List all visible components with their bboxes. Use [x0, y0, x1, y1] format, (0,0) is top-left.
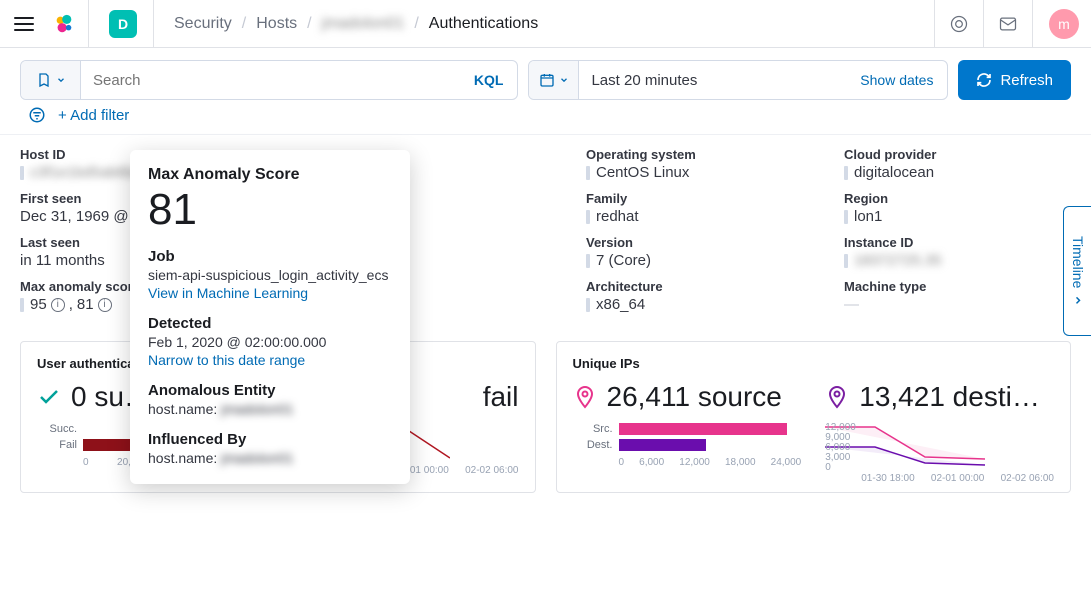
popover-detected-label: Detected	[148, 315, 392, 332]
chevron-left-icon	[1072, 294, 1084, 306]
instance-value: 18372725.35	[854, 252, 942, 269]
mail-icon[interactable]	[988, 4, 1028, 44]
filter-options-icon[interactable]	[28, 106, 46, 124]
divider	[88, 0, 89, 48]
view-in-ml-link[interactable]: View in Machine Learning	[148, 285, 392, 301]
filter-bar: + Add filter	[0, 100, 1091, 134]
avatar[interactable]: m	[1049, 9, 1079, 39]
family-label: Family	[586, 191, 836, 206]
check-icon	[37, 385, 61, 409]
breadcrumb-hosts[interactable]: Hosts	[256, 15, 297, 33]
popover-title: Max Anomaly Score	[148, 166, 392, 184]
pin-dest-icon	[825, 385, 849, 409]
machine-type-value: —	[844, 296, 1084, 313]
popover-influenced-value: jmadolon01	[221, 450, 293, 466]
version-value: 7 (Core)	[596, 252, 651, 269]
query-bar: KQL Last 20 minutes Show dates Refresh	[0, 48, 1091, 100]
breadcrumb-current: Authentications	[429, 15, 538, 33]
os-label: Operating system	[586, 147, 836, 162]
refresh-button[interactable]: Refresh	[958, 60, 1071, 100]
popover-score: 81	[148, 188, 392, 232]
unique-ips-panel: Unique IPs 26,411 source 13,421 desti… S…	[556, 341, 1072, 493]
calendar-button[interactable]	[529, 61, 579, 99]
date-picker: Last 20 minutes Show dates	[528, 60, 948, 100]
menu-button[interactable]	[12, 12, 36, 36]
timeline-flyout-tab[interactable]: Timeline	[1063, 206, 1091, 336]
cloud-label: Cloud provider	[844, 147, 1084, 162]
ips-bar-chart: Src. Dest. 06,00012,00018,00024,000	[573, 423, 802, 484]
region-value: lon1	[854, 208, 882, 225]
instance-label: Instance ID	[844, 235, 1084, 250]
kpi-source: 26,411 source	[607, 381, 782, 413]
family-value: redhat	[596, 208, 639, 225]
arch-value: x86_64	[596, 296, 645, 313]
popover-influenced-label: Influenced By	[148, 431, 392, 448]
refresh-label: Refresh	[1000, 72, 1053, 89]
divider	[983, 0, 984, 48]
query-group: KQL	[20, 60, 518, 100]
ips-line-chart: 12,0009,0006,0003,0000 01-30 18:0002-01 …	[825, 423, 1054, 484]
popover-entity-value: jmadolon01	[221, 401, 293, 417]
panel-title: Unique IPs	[573, 356, 1055, 371]
popover-entity-label: Anomalous Entity	[148, 382, 392, 399]
breadcrumb-security[interactable]: Security	[174, 15, 232, 33]
search-input[interactable]	[81, 61, 460, 99]
elastic-logo[interactable]	[52, 12, 76, 36]
saved-query-button[interactable]	[21, 61, 81, 99]
help-icon[interactable]	[939, 4, 979, 44]
divider	[153, 0, 154, 48]
kql-toggle[interactable]: KQL	[460, 61, 518, 99]
popover-job-label: Job	[148, 248, 392, 265]
narrow-date-link[interactable]: Narrow to this date range	[148, 352, 392, 368]
info-icon[interactable]: i	[98, 298, 112, 312]
refresh-icon	[976, 72, 992, 88]
cloud-value: digitalocean	[854, 164, 934, 181]
date-range-label[interactable]: Last 20 minutes	[579, 61, 846, 99]
divider	[934, 0, 935, 48]
pin-source-icon	[573, 385, 597, 409]
kpi-fail: fail	[483, 381, 519, 413]
divider	[1032, 0, 1033, 48]
space-badge[interactable]: D	[109, 10, 137, 38]
popover-detected-value: Feb 1, 2020 @ 02:00:00.000	[148, 334, 392, 350]
timeline-label: Timeline	[1070, 236, 1086, 288]
popover-job-value: siem-api-suspicious_login_activity_ecs	[148, 267, 392, 283]
arch-label: Architecture	[586, 279, 836, 294]
show-dates-button[interactable]: Show dates	[846, 61, 947, 99]
add-filter-button[interactable]: + Add filter	[58, 107, 129, 124]
kpi-dest: 13,421 desti…	[859, 381, 1040, 413]
info-icon[interactable]: i	[51, 298, 65, 312]
region-label: Region	[844, 191, 1084, 206]
machine-type-label: Machine type	[844, 279, 1084, 294]
version-label: Version	[586, 235, 836, 250]
breadcrumb-hostname[interactable]: jmadolon01	[322, 15, 405, 33]
os-value: CentOS Linux	[596, 164, 689, 181]
topbar: D Security / Hosts / jmadolon01 / Authen…	[0, 0, 1091, 48]
anomaly-score-popover: Max Anomaly Score 81 Job siem-api-suspic…	[130, 150, 410, 484]
breadcrumb: Security / Hosts / jmadolon01 / Authenti…	[174, 15, 538, 33]
